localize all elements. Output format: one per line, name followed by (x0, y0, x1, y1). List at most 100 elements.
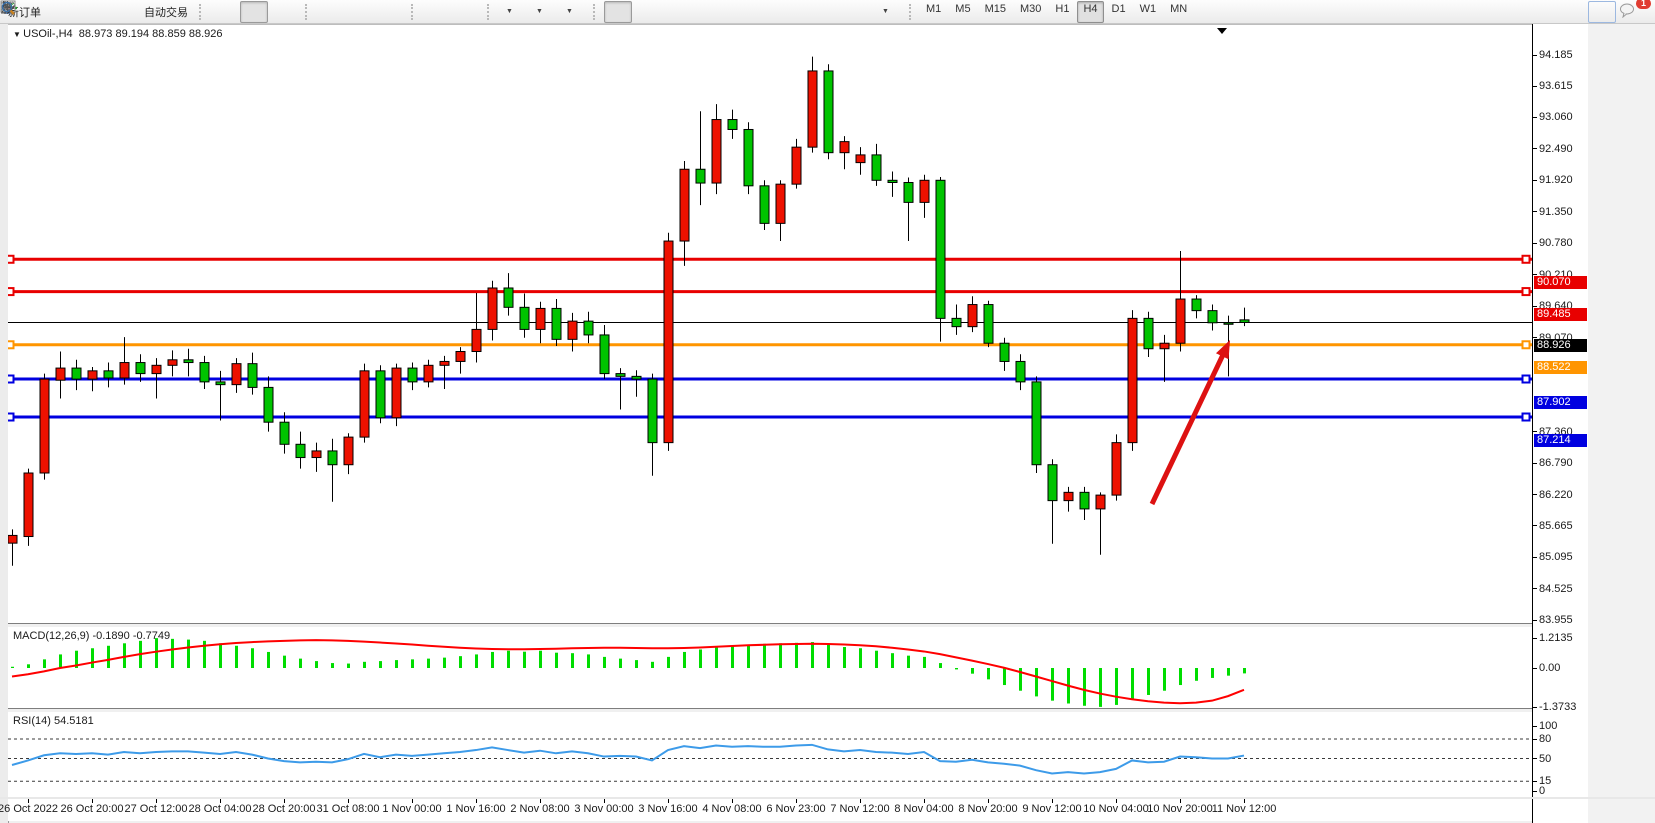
chart-shift-button[interactable] (452, 1, 480, 23)
arrow-tools-button[interactable]: ▼ (874, 1, 902, 23)
timeframe-button-M15[interactable]: M15 (979, 1, 1012, 23)
zoom-out-button[interactable] (346, 1, 374, 23)
macd-panel[interactable]: MACD(12,26,9) -0.1890 -0.7749 (8, 627, 1532, 710)
time-tick-label: 26 Oct 2022 (0, 803, 58, 815)
main-toolbar: 新订单 自动交易 (0, 0, 1655, 24)
candle-down (328, 451, 337, 465)
hline-handle[interactable] (1523, 341, 1530, 348)
chart-shift-marker[interactable] (1217, 28, 1227, 34)
zoom-in-button[interactable] (316, 1, 344, 23)
hline-handle[interactable] (8, 414, 14, 421)
hline-handle[interactable] (1523, 376, 1530, 383)
candle-up (1160, 343, 1169, 349)
data-window-button[interactable] (47, 1, 75, 23)
signals-button[interactable] (107, 1, 135, 23)
price-tick: 86.220 (1539, 489, 1573, 501)
time-tick-label: 26 Oct 20:00 (61, 803, 124, 815)
price-chart-canvas[interactable] (8, 25, 1532, 624)
timeframe-button-MN[interactable]: MN (1164, 1, 1193, 23)
bar-chart-button[interactable] (210, 1, 238, 23)
price-chart-panel[interactable]: ▼ USOil-,H4 88.973 89.194 88.859 88.926 (8, 24, 1532, 624)
vertical-line-button[interactable] (664, 1, 692, 23)
time-tick-label: 7 Nov 12:00 (830, 803, 889, 815)
candle-up (344, 437, 353, 465)
time-tick-label: 28 Oct 04:00 (189, 803, 252, 815)
time-tick-label: 10 Nov 04:00 (1083, 803, 1148, 815)
timeframe-button-M5[interactable]: M5 (949, 1, 976, 23)
axis-tick-mark (1533, 739, 1537, 740)
dropdown-caret: ▼ (536, 8, 543, 15)
candle-up (440, 361, 449, 365)
text-button[interactable]: A (814, 1, 842, 23)
trendline-button[interactable] (724, 1, 752, 23)
candle-down (1144, 318, 1153, 348)
macd-tick: 1.2135 (1539, 632, 1573, 644)
candle-up (808, 71, 817, 147)
candle-down (1032, 382, 1041, 465)
notifications-button[interactable]: 1 (1618, 1, 1646, 23)
rsi-tick: 0 (1539, 785, 1545, 797)
symbol-dropdown-caret[interactable]: ▼ (13, 30, 23, 39)
price-axis[interactable]: 94.18593.61593.06092.49091.92091.35090.7… (1532, 24, 1589, 823)
indicators-button[interactable]: ▼ (558, 1, 586, 23)
period-menu-button[interactable]: ▼ (528, 1, 556, 23)
timeframe-button-D1[interactable]: D1 (1106, 1, 1132, 23)
timeframe-button-M30[interactable]: M30 (1014, 1, 1047, 23)
candle-down (1224, 323, 1233, 325)
timeframe-group: M1M5M15M30H1H4D1W1MN (919, 1, 1194, 23)
hline-handle[interactable] (1523, 414, 1530, 421)
profile-button[interactable] (77, 1, 105, 23)
timeframe-button-M1[interactable]: M1 (920, 1, 947, 23)
crosshair-button[interactable] (634, 1, 662, 23)
horizontal-line-button[interactable] (694, 1, 722, 23)
text-label-button[interactable]: T (844, 1, 872, 23)
rsi-canvas[interactable] (8, 712, 1532, 798)
macd-tick: -1.3733 (1539, 701, 1576, 713)
candle-up (152, 365, 161, 373)
axis-tick-mark (1533, 620, 1537, 621)
macd-canvas[interactable] (8, 627, 1532, 710)
time-tick-label: 1 Nov 00:00 (382, 803, 441, 815)
candle-up (8, 535, 17, 543)
hline-handle[interactable] (8, 256, 14, 263)
candle-up (488, 288, 497, 329)
candle-down (136, 363, 145, 374)
candle-up (312, 451, 321, 458)
axis-tick-mark (1533, 211, 1537, 212)
trend-arrow-head[interactable] (1216, 340, 1230, 359)
candlestick-chart-button[interactable] (240, 1, 268, 23)
hline-handle[interactable] (8, 376, 14, 383)
cursor-button[interactable] (604, 1, 632, 23)
rsi-tick: 100 (1539, 720, 1557, 732)
candle-down (200, 363, 209, 382)
autotrade-button[interactable]: 自动交易 (137, 1, 192, 23)
new-chart-button[interactable]: ▼ (498, 1, 526, 23)
timeframe-button-H1[interactable]: H1 (1049, 1, 1075, 23)
hline-handle[interactable] (1523, 288, 1530, 295)
rsi-panel[interactable]: RSI(14) 54.5181 (8, 712, 1532, 798)
timeframe-button-W1[interactable]: W1 (1134, 1, 1163, 23)
fibonacci-button[interactable]: F (784, 1, 812, 23)
axis-tick-mark (1533, 148, 1537, 149)
hline-handle[interactable] (1523, 256, 1530, 263)
trend-arrow[interactable] (1152, 350, 1225, 504)
hline-handle[interactable] (8, 341, 14, 348)
equidistant-channel-button[interactable]: E (754, 1, 782, 23)
candle-up (56, 368, 65, 380)
time-axis[interactable]: 26 Oct 202226 Oct 20:0027 Oct 12:0028 Oc… (8, 798, 1532, 821)
axis-tick-mark (1533, 707, 1537, 708)
search-button[interactable] (1588, 1, 1616, 23)
candle-down (552, 308, 561, 339)
candle-down (888, 180, 897, 182)
line-chart-button[interactable] (270, 1, 298, 23)
auto-scroll-button[interactable] (422, 1, 450, 23)
hline-handle[interactable] (8, 288, 14, 295)
chart-header: ▼ USOil-,H4 88.973 89.194 88.859 88.926 (13, 28, 223, 40)
macd-label: MACD(12,26,9) -0.1890 -0.7749 (13, 630, 170, 642)
price-tag-87.214: 87.214 (1534, 434, 1587, 447)
tile-windows-button[interactable] (376, 1, 404, 23)
candle-down (744, 129, 753, 185)
candle-down (1208, 311, 1217, 323)
candle-up (392, 368, 401, 418)
timeframe-button-H4[interactable]: H4 (1077, 1, 1103, 23)
